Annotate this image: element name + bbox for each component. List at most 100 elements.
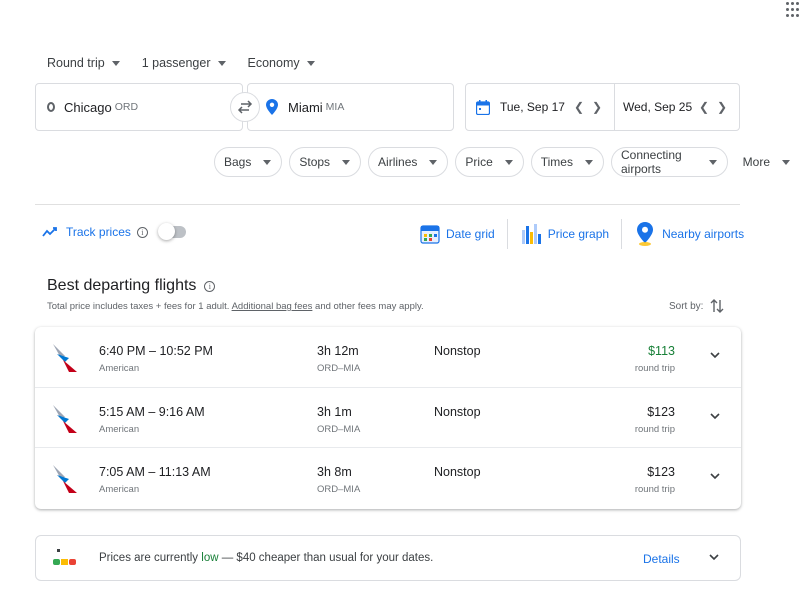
price-graph-icon bbox=[521, 224, 541, 244]
filter-label: Bags bbox=[224, 155, 252, 169]
flight-price: $113 bbox=[648, 344, 675, 358]
caret-down-icon bbox=[584, 159, 593, 165]
flight-stops: Nonstop bbox=[434, 344, 481, 358]
filter-price[interactable]: Price bbox=[455, 147, 524, 177]
info-icon[interactable]: i bbox=[136, 226, 148, 238]
return-date-field[interactable]: Wed, Sep 25 ❮ ❯ bbox=[615, 84, 739, 130]
origin-field[interactable]: Chicago ORD bbox=[35, 83, 243, 131]
airline-name: American bbox=[99, 423, 140, 435]
flight-price: $123 bbox=[647, 465, 675, 479]
passenger-label: 1 passenger bbox=[141, 56, 211, 70]
date-grid-icon bbox=[420, 225, 440, 244]
flight-duration: 3h 1m bbox=[317, 404, 352, 419]
next-return-date-button[interactable]: ❯ bbox=[717, 100, 727, 114]
caret-down-icon bbox=[504, 159, 513, 165]
filter-airlines[interactable]: Airlines bbox=[368, 147, 449, 177]
swap-arrows-icon bbox=[237, 100, 253, 114]
prev-return-date-button[interactable]: ❮ bbox=[699, 100, 709, 114]
flight-duration: 3h 8m bbox=[317, 465, 352, 479]
caret-down-icon bbox=[306, 60, 315, 66]
destination-field[interactable]: Miami MIA bbox=[247, 83, 454, 131]
disclaimer-text-end: and other fees may apply. bbox=[315, 301, 424, 312]
caret-down-icon bbox=[217, 60, 226, 66]
sort-arrows-icon bbox=[710, 299, 724, 313]
caret-down-icon bbox=[429, 159, 438, 165]
trip-options-bar: Round trip 1 passenger Economy bbox=[47, 56, 337, 70]
flight-row[interactable]: 6:40 PM – 10:52 PM American 3h 12m ORD–M… bbox=[35, 327, 741, 388]
flight-times: 7:05 AM – 11:13 AM bbox=[99, 465, 211, 479]
prev-departure-date-button[interactable]: ❮ bbox=[574, 100, 584, 114]
flight-airports: ORD–MIA bbox=[317, 423, 361, 435]
flight-airports: ORD–MIA bbox=[317, 363, 361, 374]
caret-down-icon bbox=[111, 60, 120, 66]
sort-button[interactable] bbox=[710, 298, 724, 317]
price-level: low bbox=[201, 552, 219, 564]
origin-city: Chicago bbox=[64, 99, 112, 115]
filter-label: More bbox=[742, 155, 770, 169]
caret-down-icon bbox=[263, 159, 272, 165]
airline-name: American bbox=[99, 484, 140, 495]
tool-divider bbox=[506, 219, 508, 249]
price-type: round trip bbox=[634, 484, 675, 495]
filter-label: Airlines bbox=[378, 155, 418, 169]
filter-connecting-airports[interactable]: Connecting airports bbox=[610, 147, 728, 177]
calendar-icon bbox=[476, 99, 490, 115]
nearby-airports-button[interactable]: Nearby airports bbox=[634, 218, 756, 250]
chevron-down-icon[interactable] bbox=[709, 349, 721, 361]
section-divider bbox=[35, 204, 740, 205]
filter-times[interactable]: Times bbox=[530, 147, 604, 177]
next-departure-date-button[interactable]: ❯ bbox=[592, 100, 602, 114]
flight-stops: Nonstop bbox=[434, 465, 481, 479]
price-type: round trip bbox=[634, 363, 675, 374]
nearby-airports-icon bbox=[637, 222, 654, 246]
american-airlines-logo-icon bbox=[53, 344, 77, 372]
view-tools: Date grid Price graph Nearby airports bbox=[420, 218, 756, 250]
departure-date-field[interactable]: Tue, Sep 17 ❮ ❯ bbox=[466, 84, 615, 130]
american-airlines-logo-icon bbox=[53, 465, 77, 493]
cabin-class-select[interactable]: Economy bbox=[248, 56, 315, 70]
trend-line-icon bbox=[42, 227, 57, 237]
tool-divider bbox=[621, 219, 623, 249]
chevron-down-icon[interactable] bbox=[709, 470, 721, 482]
caret-down-icon bbox=[708, 159, 717, 165]
return-date: Wed, Sep 25 bbox=[623, 100, 693, 114]
apps-grid-icon[interactable] bbox=[786, 2, 800, 18]
price-insight-card[interactable]: Prices are currently low — $40 cheaper t… bbox=[35, 535, 741, 581]
bag-fees-link[interactable]: Additional bag fees bbox=[232, 301, 313, 312]
price-graph-button[interactable]: Price graph bbox=[520, 218, 621, 250]
origin-code: ORD bbox=[114, 101, 139, 113]
chevron-down-icon[interactable] bbox=[709, 410, 721, 422]
flight-duration: 3h 12m bbox=[317, 344, 359, 358]
flight-stops: Nonstop bbox=[434, 404, 481, 419]
filter-bags[interactable]: Bags bbox=[214, 147, 283, 177]
caret-down-icon bbox=[342, 159, 351, 165]
swap-route-button[interactable] bbox=[230, 92, 260, 122]
nearby-airports-label: Nearby airports bbox=[662, 227, 745, 241]
filter-stops[interactable]: Stops bbox=[289, 147, 362, 177]
info-icon[interactable]: i bbox=[204, 280, 216, 292]
insight-suffix: — $40 cheaper than usual for your dates. bbox=[221, 552, 434, 564]
track-prices-toggle[interactable] bbox=[157, 223, 186, 240]
price-insight-text: Prices are currently low — $40 cheaper t… bbox=[99, 552, 433, 564]
departure-date: Tue, Sep 17 bbox=[500, 100, 565, 114]
results-title: Best departing flights bbox=[47, 277, 197, 294]
trip-type-label: Round trip bbox=[47, 56, 105, 70]
track-prices: Track prices i bbox=[42, 223, 186, 240]
details-link[interactable]: Details bbox=[643, 552, 680, 566]
track-prices-label: Track prices bbox=[66, 225, 131, 239]
flight-row[interactable]: 5:15 AM – 9:16 AM American 3h 1m ORD–MIA… bbox=[35, 388, 741, 448]
flight-times: 5:15 AM – 9:16 AM bbox=[99, 404, 205, 419]
passenger-select[interactable]: 1 passenger bbox=[142, 56, 226, 70]
price-level-gauge-icon bbox=[53, 549, 76, 565]
flight-airports: ORD–MIA bbox=[317, 484, 361, 495]
flight-times: 6:40 PM – 10:52 PM bbox=[99, 344, 213, 358]
date-grid-button[interactable]: Date grid bbox=[420, 218, 507, 250]
filter-more[interactable]: More bbox=[734, 147, 800, 177]
trip-type-select[interactable]: Round trip bbox=[47, 56, 120, 70]
filter-chips: Bags Stops Airlines Price Times Connecti… bbox=[214, 147, 800, 177]
date-picker: Tue, Sep 17 ❮ ❯ Wed, Sep 25 ❮ ❯ bbox=[465, 83, 740, 131]
chevron-down-icon[interactable] bbox=[708, 551, 720, 563]
price-graph-label: Price graph bbox=[547, 227, 610, 241]
flight-row[interactable]: 7:05 AM – 11:13 AM American 3h 8m ORD–MI… bbox=[35, 448, 741, 509]
cabin-class-label: Economy bbox=[247, 56, 300, 70]
